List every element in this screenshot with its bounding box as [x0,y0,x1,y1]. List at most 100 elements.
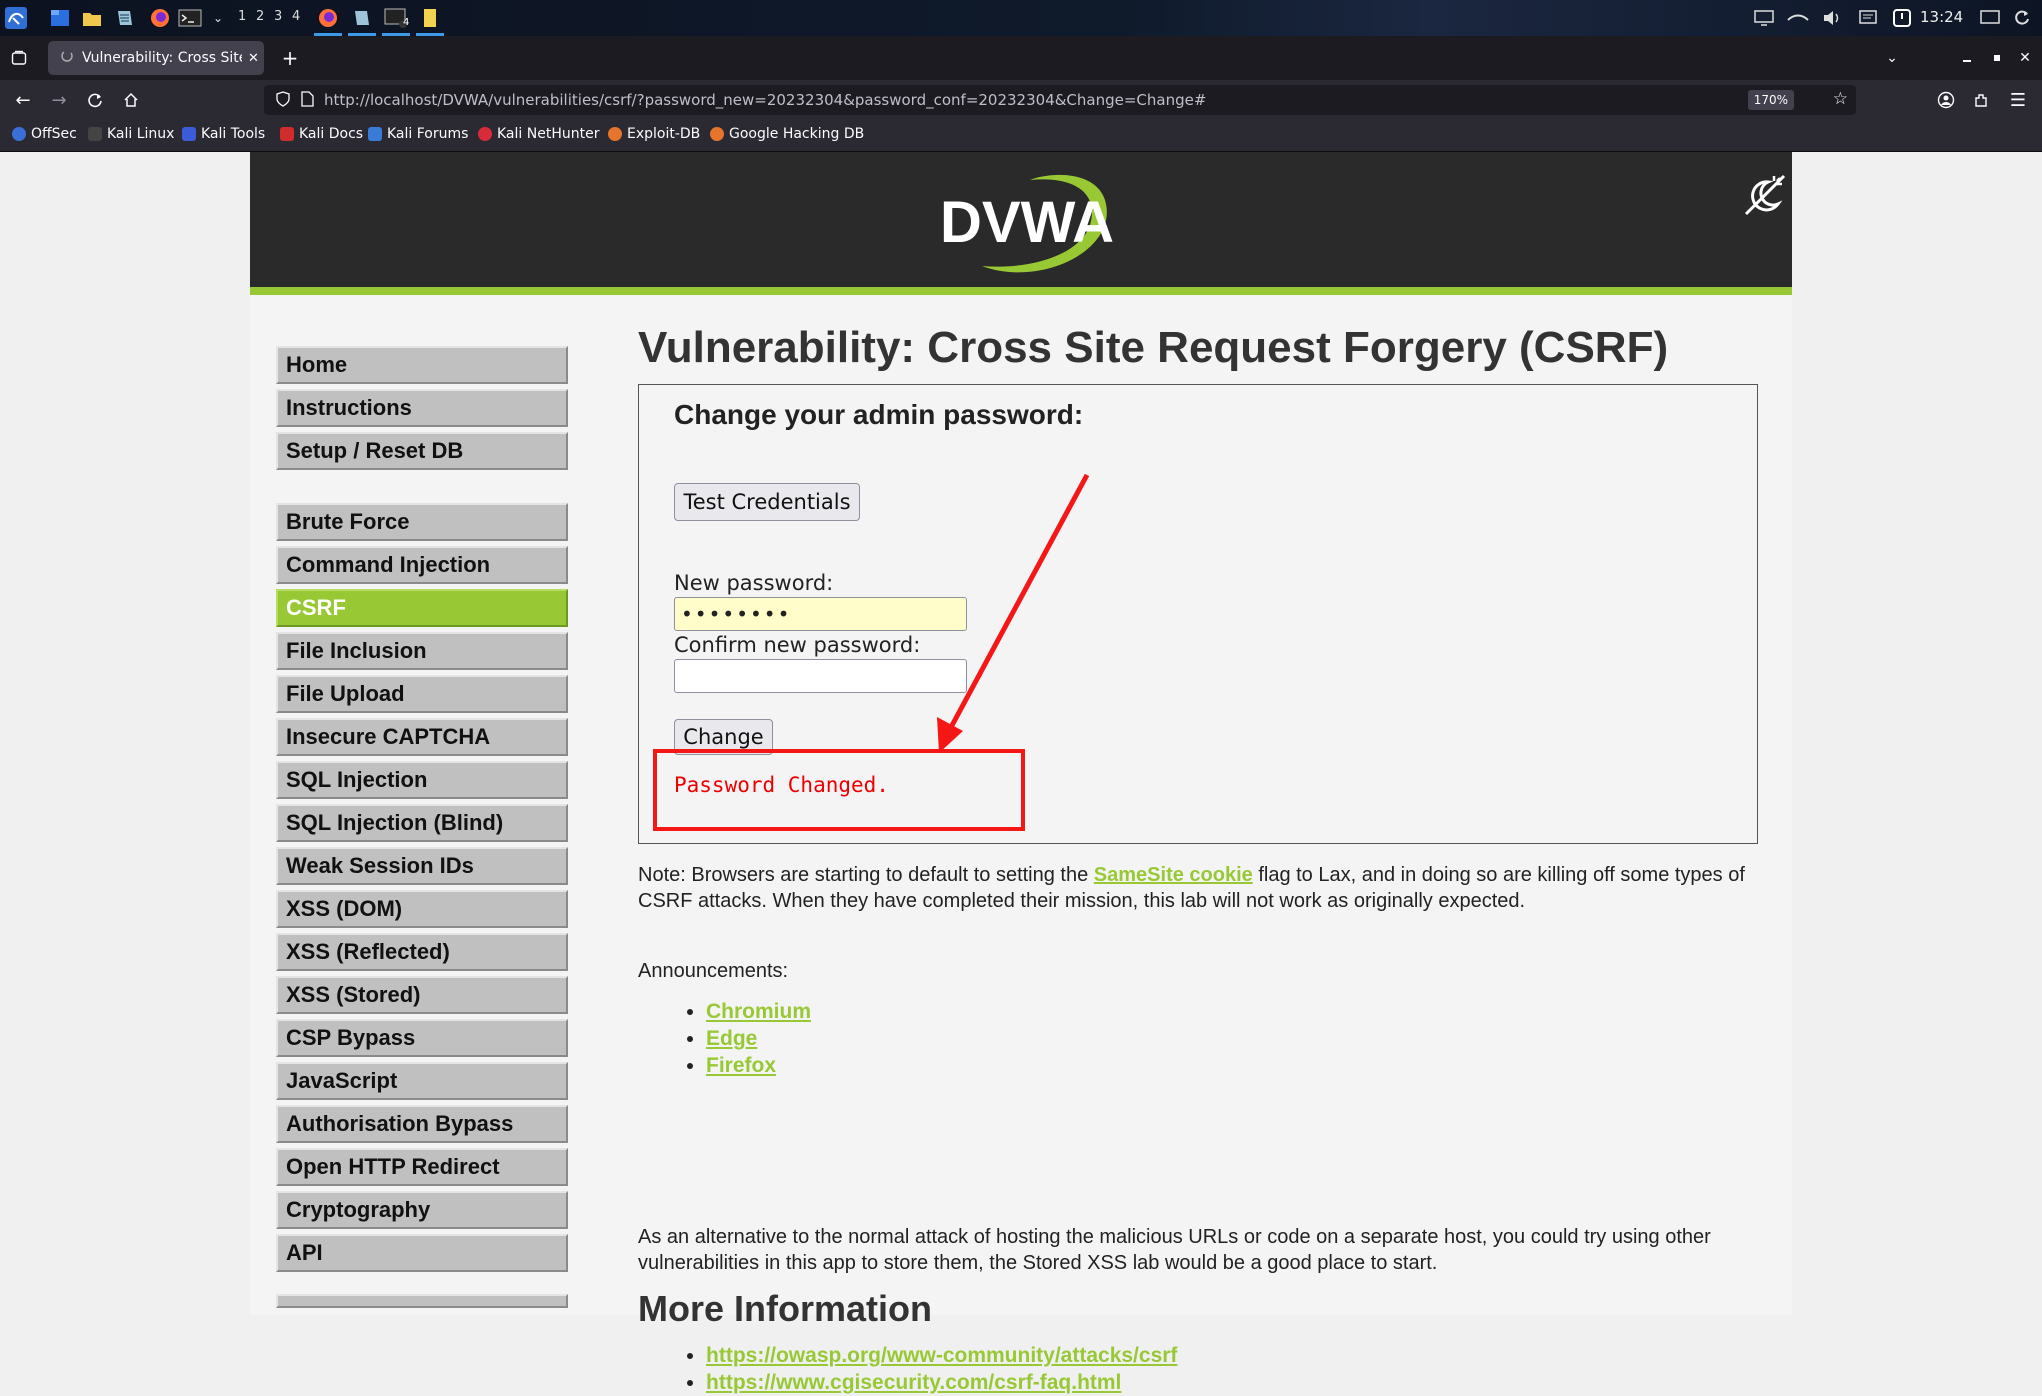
sidebar-item-command-injection[interactable]: Command Injection [276,546,568,584]
navigation-toolbar: ← → http://localhost/DVWA/vulnerabilitie… [0,80,2042,120]
bookmark-kali-tools[interactable]: Kali Tools [182,126,265,142]
dvwa-container: DVWA Home Instructions Setup / Reset DB Br… [250,152,1792,1394]
note-text: Note: Browsers are starting to default t… [638,864,1094,886]
page-info-icon[interactable] [300,91,314,111]
bookmark-label: Kali Forums [387,126,469,142]
sidebar-item-authorisation-bypass[interactable]: Authorisation Bypass [276,1105,568,1143]
url-text[interactable]: http://localhost/DVWA/vulnerabilities/cs… [324,91,1206,109]
text-editor-icon[interactable] [113,6,137,30]
sidebar-item-api[interactable]: API [276,1234,568,1272]
sidebar-item-file-upload[interactable]: File Upload [276,675,568,713]
account-icon[interactable] [1934,88,1958,112]
url-path: /DVWA/vulnerabilities/csrf/?password_new… [437,91,1207,109]
workspace-4[interactable]: 4 [292,9,300,24]
sidebar-item-file-inclusion[interactable]: File Inclusion [276,632,568,670]
kali-tools-icon [182,127,196,141]
forward-icon[interactable]: → [46,88,72,112]
sidebar-item-brute-force[interactable]: Brute Force [276,503,568,541]
workspace-2[interactable]: 2 [256,9,264,24]
network-icon[interactable] [1786,6,1810,30]
url-bar[interactable]: http://localhost/DVWA/vulnerabilities/cs… [264,85,1856,115]
sidebar-item-javascript[interactable]: JavaScript [276,1062,568,1100]
chromium-link[interactable]: Chromium [706,1000,811,1023]
bookmark-kali-forums[interactable]: Kali Forums [368,126,468,142]
cgisecurity-csrf-link[interactable]: https://www.cgisecurity.com/csrf-faq.htm… [706,1371,1121,1394]
bookmark-label: Kali Docs [299,126,364,142]
maximize-icon[interactable] [1986,46,2008,70]
firefox-icon[interactable] [148,6,172,30]
edge-link[interactable]: Edge [706,1027,757,1050]
theme-toggle-icon[interactable] [1738,170,1788,220]
sidebar-item-setup-reset-db[interactable]: Setup / Reset DB [276,432,568,470]
chevron-down-icon[interactable]: ⌄ [206,6,230,30]
sidebar-item-sql-injection[interactable]: SQL Injection [276,761,568,799]
clock[interactable]: 13:24 [1920,8,1963,26]
bookmark-star-icon[interactable]: ☆ [1833,89,1848,109]
workspace-3[interactable]: 3 [274,9,282,24]
sidebar-group-general: Home Instructions Setup / Reset DB [276,346,568,470]
reload-icon[interactable] [82,88,108,112]
more-information-heading: More Information [638,1288,932,1329]
vulnerable-code-area: Change your admin password: Test Credent… [638,384,1758,844]
sidebar-item-xss-reflected[interactable]: XSS (Reflected) [276,933,568,971]
owasp-csrf-link[interactable]: https://owasp.org/www-community/attacks/… [706,1344,1177,1367]
sidebar-item-csrf[interactable]: CSRF [276,589,568,627]
bookmark-kali-docs[interactable]: Kali Docs [280,126,363,142]
file-manager-icon[interactable] [48,6,72,30]
refresh-session-icon[interactable] [2010,6,2034,30]
sidebar-item-cryptography[interactable]: Cryptography [276,1191,568,1229]
editor-window-icon[interactable] [350,6,374,30]
display-icon[interactable] [1752,6,1776,30]
list-all-tabs-icon[interactable]: ⌄ [1880,46,1904,70]
bookmark-label: Exploit-DB [627,126,701,142]
home-icon[interactable] [118,88,144,112]
announcements-list: Chromium Edge Firefox [688,998,811,1079]
sidebar-item-xss-stored[interactable]: XSS (Stored) [276,976,568,1014]
samesite-cookie-link[interactable]: SameSite cookie [1094,864,1253,886]
terminal-icon[interactable] [178,6,202,30]
back-icon[interactable]: ← [10,88,36,112]
sidebar-item-partial[interactable] [276,1294,568,1308]
firefox-link[interactable]: Firefox [706,1054,776,1077]
sidebar-item-sql-injection-blind[interactable]: SQL Injection (Blind) [276,804,568,842]
samesite-note: Note: Browsers are starting to default t… [638,862,1758,914]
close-icon[interactable]: ✕ [248,51,259,66]
window-close-icon[interactable]: ✕ [2014,46,2036,70]
power-battery-icon[interactable] [1890,6,1914,30]
notifications-icon[interactable] [1856,6,1880,30]
screen-icon[interactable] [1978,6,2002,30]
minimize-icon[interactable] [1956,46,1978,70]
menu-icon[interactable]: ☰ [2006,88,2030,112]
sidebar-item-open-http-redirect[interactable]: Open HTTP Redirect [276,1148,568,1186]
tab-dvwa-csrf[interactable]: Vulnerability: Cross Site R ✕ [48,41,264,75]
sidebar-item-insecure-captcha[interactable]: Insecure CAPTCHA [276,718,568,756]
bookmark-exploit-db[interactable]: Exploit-DB [608,126,700,142]
workspace-1[interactable]: 1 [238,9,246,24]
new-tab-icon[interactable]: + [278,46,302,70]
ghdb-icon [710,127,724,141]
dvwa-logo[interactable]: DVWA [930,170,1120,280]
shield-icon[interactable] [276,91,290,111]
volume-icon[interactable] [1820,6,1844,30]
sidebar-item-instructions[interactable]: Instructions [276,389,568,427]
sidebar-item-weak-session-ids[interactable]: Weak Session IDs [276,847,568,885]
page-title: Vulnerability: Cross Site Request Forger… [638,323,1669,372]
bookmark-offsec[interactable]: OffSec [12,126,77,142]
bookmark-kali-linux[interactable]: Kali Linux [88,126,174,142]
logo-text: DVWA [940,190,1114,255]
sidebar-item-home[interactable]: Home [276,346,568,384]
page-viewport: DVWA Home Instructions Setup / Reset DB Br… [0,152,2042,1394]
bookmark-kali-nethunter[interactable]: Kali NetHunter [478,126,599,142]
kali-menu-icon[interactable] [4,6,28,30]
firefox-window-icon[interactable] [316,6,340,30]
sidebar-item-csp-bypass[interactable]: CSP Bypass [276,1019,568,1057]
folder-icon[interactable] [80,6,104,30]
bookmark-label: OffSec [31,126,77,142]
tab-overview-icon[interactable] [8,47,30,69]
extensions-icon[interactable] [1970,88,1994,112]
zoom-level[interactable]: 170% [1747,90,1794,110]
offsec-icon [12,127,26,141]
sidebar-item-xss-dom[interactable]: XSS (DOM) [276,890,568,928]
bookmark-google-hacking-db[interactable]: Google Hacking DB [710,126,864,142]
notes-window-icon[interactable] [418,6,442,30]
